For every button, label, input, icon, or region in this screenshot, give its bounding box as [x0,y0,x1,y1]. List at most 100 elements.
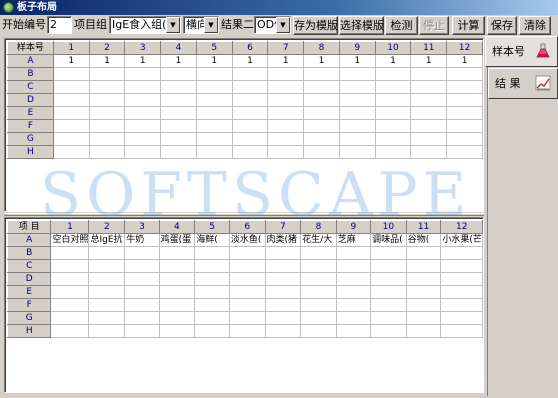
grid-cell[interactable] [160,145,197,159]
grid-cell[interactable]: 小水果(芒 [440,233,483,247]
grid-cell[interactable] [158,246,196,260]
grid-cell[interactable] [231,67,269,81]
calculate-button[interactable]: 计算 [452,16,485,35]
direction-select[interactable]: 横向 ▼ [183,16,219,34]
grid-cell[interactable] [410,67,448,81]
grid-cell[interactable] [50,311,90,325]
grid-cell[interactable] [124,106,162,120]
grid-cell[interactable] [300,311,337,325]
grid-cell[interactable] [124,259,160,273]
grid-cell[interactable]: 1 [267,54,305,68]
grid-cell[interactable] [338,132,376,146]
grid-cell[interactable] [335,285,372,299]
grid-cell[interactable] [88,106,126,120]
grid-cell[interactable] [405,285,442,299]
grid-cell[interactable] [370,259,407,273]
row-header[interactable]: F [7,119,54,133]
grid-cell[interactable] [195,106,233,120]
grid-cell[interactable] [195,145,233,159]
grid-cell[interactable] [267,119,305,133]
grid-cell[interactable] [303,80,340,94]
grid-cell[interactable] [52,132,90,146]
grid-cell[interactable] [52,80,90,94]
grid-cell[interactable] [231,80,269,94]
grid-cell[interactable] [160,80,197,94]
grid-cell[interactable] [88,67,126,81]
grid-cell[interactable]: 芝麻 [335,233,372,247]
column-header[interactable]: 4 [160,41,197,55]
row-header[interactable]: B [6,246,52,260]
grid-cell[interactable] [267,145,305,159]
grid-cell[interactable] [160,132,197,146]
grid-cell[interactable] [50,259,90,273]
grid-cell[interactable] [231,119,269,133]
grid-cell[interactable] [124,67,162,81]
sample-number-grid[interactable]: 样本号 1 2 3 4 5 6 7 8 9 10 11 12 A11111111… [4,38,484,212]
grid-cell[interactable]: 鸡蛋(蛋 [158,233,196,247]
grid-cell[interactable] [124,93,162,107]
grid-cell[interactable] [405,272,442,286]
grid-cell[interactable] [267,80,305,94]
grid-cell[interactable] [335,324,372,338]
column-header[interactable]: 1 [50,220,90,234]
column-header[interactable]: 10 [374,41,412,55]
grid-cell[interactable] [231,132,269,146]
grid-cell[interactable] [88,132,126,146]
grid-cell[interactable] [300,298,337,312]
grid-cell[interactable] [124,324,160,338]
grid-cell[interactable] [50,246,90,260]
grid-cell[interactable] [124,272,160,286]
grid-cell[interactable] [124,119,162,133]
grid-cell[interactable] [440,285,483,299]
column-header[interactable]: 3 [124,220,160,234]
grid-cell[interactable] [338,119,376,133]
row-header[interactable]: D [6,272,52,286]
grid-cell[interactable] [300,259,337,273]
grid-cell[interactable] [303,132,340,146]
select-template-button[interactable]: 选择模版 [339,16,384,35]
grid-cell[interactable] [195,119,233,133]
grid-cell[interactable] [264,298,302,312]
grid-cell[interactable]: 总IgE抗 [88,233,126,247]
column-header[interactable]: 7 [264,220,302,234]
grid-cell[interactable] [88,145,126,159]
row-header[interactable]: A [7,54,54,68]
column-header[interactable]: 6 [228,220,266,234]
grid-cell[interactable]: 1 [160,54,197,68]
column-header[interactable]: 8 [303,41,340,55]
grid-cell[interactable] [124,298,160,312]
grid-cell[interactable] [335,259,372,273]
column-header[interactable]: 8 [300,220,337,234]
grid-cell[interactable] [264,311,302,325]
row-header[interactable]: H [7,145,54,159]
grid-cell[interactable] [303,67,340,81]
grid-cell[interactable] [335,311,372,325]
grid-cell[interactable] [124,132,162,146]
column-header[interactable]: 10 [370,220,407,234]
grid-cell[interactable] [440,259,483,273]
grid-cell[interactable] [374,145,412,159]
grid-cell[interactable] [194,246,230,260]
row-header[interactable]: G [6,311,52,325]
grid-cell[interactable]: 1 [124,54,162,68]
grid-cell[interactable] [446,119,483,133]
grid-cell[interactable]: 调味品( [370,233,407,247]
project-grid[interactable]: 项 目 1 2 3 4 5 6 7 8 9 10 11 12 A 空白对照 总IgE… [4,217,484,393]
grid-cell[interactable] [446,67,483,81]
grid-cell[interactable] [88,298,126,312]
grid-cell[interactable]: 空白对照 [50,233,90,247]
grid-cell[interactable] [264,246,302,260]
row-header[interactable]: H [6,324,52,338]
grid-cell[interactable] [264,285,302,299]
detect-button[interactable]: 检测 [385,16,418,35]
row-header[interactable]: E [6,285,52,299]
grid-cell[interactable]: 1 [338,54,376,68]
grid-cell[interactable] [303,93,340,107]
grid-cell[interactable] [370,246,407,260]
column-header[interactable]: 7 [267,41,305,55]
grid-cell[interactable] [52,106,90,120]
save-button[interactable]: 保存 [487,16,517,35]
grid-cell[interactable] [88,80,126,94]
grid-cell[interactable] [158,259,196,273]
stop-button[interactable]: 停止 [419,16,449,35]
